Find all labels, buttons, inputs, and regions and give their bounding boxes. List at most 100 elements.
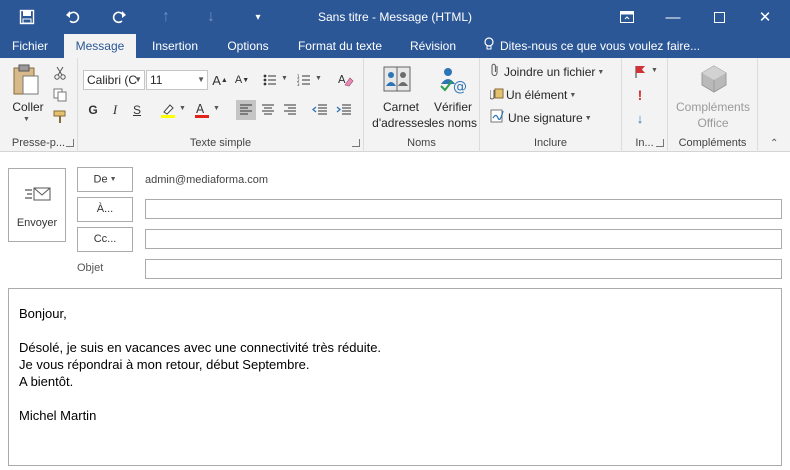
subject-label: Objet bbox=[77, 262, 104, 274]
basic-text-launcher-icon[interactable] bbox=[352, 139, 360, 147]
tags-launcher-icon[interactable] bbox=[656, 139, 664, 147]
address-book-button[interactable]: Carnet d'adresses bbox=[368, 60, 430, 132]
clipboard-launcher-icon[interactable] bbox=[66, 139, 74, 147]
numbering-dropdown-icon[interactable]: ▼ bbox=[315, 75, 322, 82]
attach-item-button[interactable]: Un élément ▼ bbox=[489, 85, 577, 105]
bullets-dropdown-icon[interactable]: ▼ bbox=[281, 75, 288, 82]
decrease-indent-icon[interactable] bbox=[310, 100, 330, 120]
bullets-icon[interactable] bbox=[260, 70, 280, 90]
cc-button[interactable]: Cc... bbox=[77, 227, 133, 252]
paste-label: Coller bbox=[12, 100, 44, 114]
clear-formatting-icon[interactable]: A bbox=[336, 70, 356, 90]
tab-insertion[interactable]: Insertion bbox=[144, 34, 206, 58]
body-line: Je vous répondrai à mon retour, début Se… bbox=[19, 357, 310, 372]
attach-file-button[interactable]: Joindre un fichier ▼ bbox=[490, 62, 604, 82]
group-basic-text: Calibri (C ▼ 11 ▼ A ▲ A ▼ ▼ 123 ▼ A G I S ▼ … bbox=[78, 58, 364, 152]
minimize-button[interactable]: — bbox=[650, 0, 696, 34]
low-importance-icon[interactable]: ↓ bbox=[630, 108, 650, 128]
signature-label: Une signature bbox=[508, 111, 583, 125]
font-color-dropdown-icon[interactable]: ▼ bbox=[213, 105, 220, 112]
font-name-combo[interactable]: Calibri (C ▼ bbox=[83, 70, 145, 90]
chevron-down-icon: ▼ bbox=[197, 75, 205, 84]
chevron-down-icon: ▼ bbox=[569, 91, 577, 99]
paste-dropdown-icon: ▼ bbox=[23, 116, 30, 123]
signature-button[interactable]: Une signature ▼ bbox=[490, 108, 592, 128]
message-body[interactable]: Bonjour, Désolé, je suis en vacances ave… bbox=[8, 288, 782, 466]
tab-message[interactable]: Message bbox=[64, 34, 136, 58]
close-button[interactable]: ✕ bbox=[742, 0, 788, 34]
ribbon-tabs: Fichier Message Insertion Options Format… bbox=[0, 34, 790, 58]
group-include: Joindre un fichier ▼ Un élément ▼ Une sign… bbox=[480, 58, 622, 152]
group-label-include: Inclure bbox=[533, 137, 568, 149]
bold-button[interactable]: G bbox=[83, 100, 103, 120]
align-right-icon[interactable] bbox=[280, 100, 300, 120]
subject-field[interactable] bbox=[145, 259, 782, 279]
highlight-dropdown-icon[interactable]: ▼ bbox=[179, 105, 186, 112]
underline-button[interactable]: S bbox=[127, 100, 147, 120]
from-address: admin@mediaforma.com bbox=[145, 174, 269, 186]
svg-text:A: A bbox=[338, 73, 346, 86]
address-book-icon bbox=[382, 64, 412, 97]
cut-icon[interactable] bbox=[50, 63, 70, 83]
tab-format-du-texte[interactable]: Format du texte bbox=[290, 34, 390, 58]
send-icon bbox=[24, 185, 52, 208]
body-line bbox=[19, 390, 771, 407]
maximize-button[interactable] bbox=[696, 0, 742, 34]
flag-dropdown-icon[interactable]: ▼ bbox=[651, 67, 658, 74]
svg-text:@: @ bbox=[453, 79, 467, 94]
ribbon-display-options-icon[interactable] bbox=[604, 0, 650, 34]
signature-icon bbox=[490, 108, 508, 129]
font-color-icon[interactable]: A bbox=[192, 100, 212, 120]
group-label-addins: Compléments bbox=[678, 137, 747, 149]
group-addins: Compléments Office Compléments bbox=[668, 58, 758, 152]
align-center-icon[interactable] bbox=[258, 100, 278, 120]
align-left-icon[interactable] bbox=[236, 100, 256, 120]
high-importance-icon[interactable]: ! bbox=[630, 85, 650, 105]
collapse-ribbon-icon[interactable]: ⌃ bbox=[770, 138, 778, 149]
tab-options[interactable]: Options bbox=[218, 34, 278, 58]
tell-me-text: Dites-nous ce que vous voulez faire... bbox=[500, 39, 701, 53]
paste-button[interactable]: Coller ▼ bbox=[6, 62, 46, 126]
to-field[interactable] bbox=[145, 199, 782, 219]
chevron-down-icon: ▼ bbox=[584, 114, 592, 122]
highlight-icon[interactable] bbox=[158, 100, 178, 120]
compose-area: Envoyer De ▼ admin@mediaforma.com À... Cc… bbox=[0, 152, 790, 470]
check-names-label-2: les noms bbox=[428, 116, 478, 130]
chevron-down-icon: ▼ bbox=[109, 176, 117, 183]
chevron-down-icon: ▼ bbox=[597, 68, 605, 76]
body-line bbox=[19, 322, 771, 339]
office-addins-button[interactable]: Compléments Office bbox=[672, 60, 754, 132]
check-names-button[interactable]: @ Vérifier les noms bbox=[426, 60, 480, 132]
attach-file-label: Joindre un fichier bbox=[504, 65, 596, 79]
svg-text:A: A bbox=[196, 102, 205, 116]
from-label: De bbox=[93, 173, 108, 186]
body-line: Bonjour, bbox=[19, 306, 67, 321]
group-label-basic-text: Texte simple bbox=[189, 137, 252, 149]
follow-up-flag-icon[interactable] bbox=[630, 62, 650, 82]
format-painter-icon[interactable] bbox=[50, 107, 70, 127]
increase-indent-icon[interactable] bbox=[334, 100, 354, 120]
numbering-icon[interactable]: 123 bbox=[294, 70, 314, 90]
tab-fichier[interactable]: Fichier bbox=[4, 34, 56, 58]
to-button[interactable]: À... bbox=[77, 197, 133, 222]
group-clipboard: Coller ▼ Presse-p... bbox=[0, 58, 78, 152]
from-button[interactable]: De ▼ bbox=[77, 167, 133, 192]
grow-font-icon[interactable]: A ▲ bbox=[210, 70, 230, 90]
chevron-down-icon: ▼ bbox=[134, 75, 142, 84]
cc-field[interactable] bbox=[145, 229, 782, 249]
tab-revision[interactable]: Révision bbox=[400, 34, 466, 58]
shrink-font-icon[interactable]: A ▼ bbox=[232, 70, 252, 90]
send-button[interactable]: Envoyer bbox=[8, 168, 66, 242]
copy-icon[interactable] bbox=[50, 85, 70, 105]
font-size-combo[interactable]: 11 ▼ bbox=[146, 70, 208, 90]
paperclip-icon bbox=[490, 63, 504, 83]
check-names-label-1: Vérifier bbox=[433, 100, 472, 114]
office-addins-label-2: Office bbox=[697, 116, 729, 130]
italic-button[interactable]: I bbox=[105, 100, 125, 120]
font-size-value: 11 bbox=[150, 73, 163, 87]
font-name-value: Calibri (C bbox=[87, 73, 138, 87]
send-label: Envoyer bbox=[16, 217, 58, 229]
tell-me-box[interactable]: Dites-nous ce que vous voulez faire... bbox=[482, 34, 700, 58]
clipboard-icon bbox=[12, 64, 40, 99]
title-bar: ↑ ↓ ▾ Sans titre - Message (HTML) — ✕ bbox=[0, 0, 790, 34]
